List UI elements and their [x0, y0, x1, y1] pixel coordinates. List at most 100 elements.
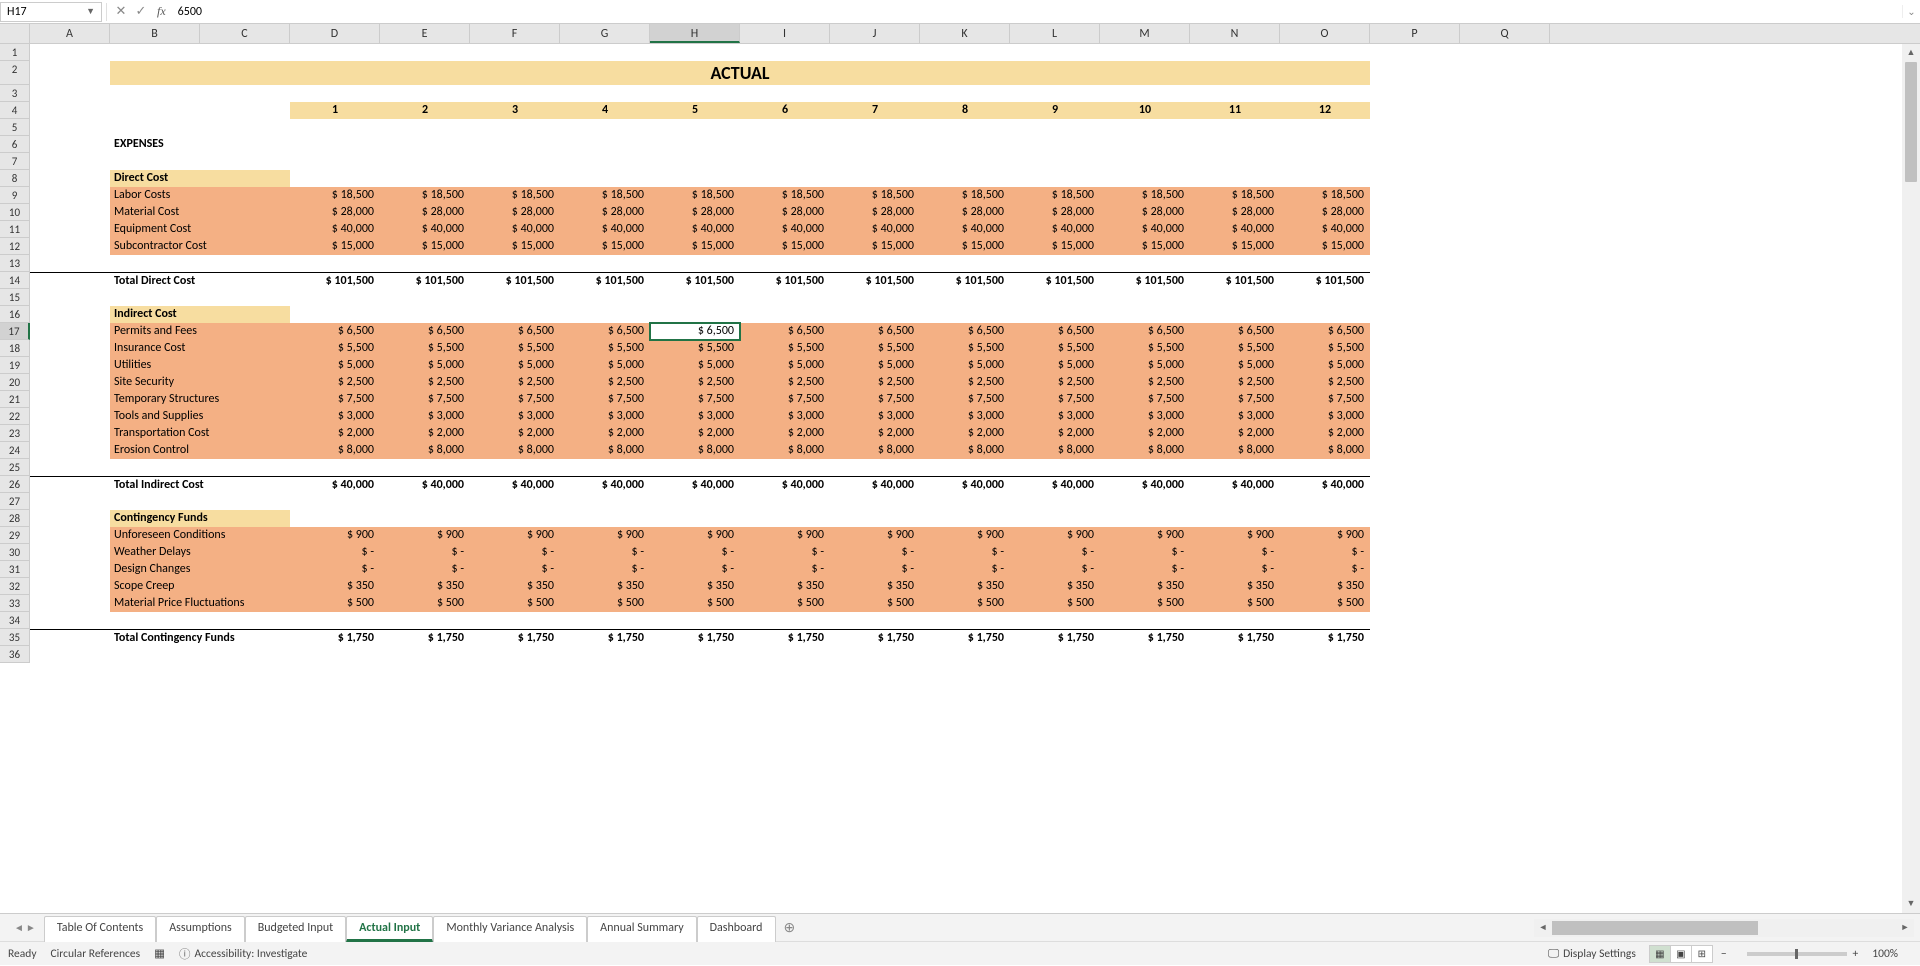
- data-cell[interactable]: $ -: [1010, 561, 1100, 578]
- row-header-7[interactable]: 7: [0, 153, 30, 170]
- data-cell[interactable]: $ 2,500: [740, 374, 830, 391]
- data-cell[interactable]: $ 3,000: [1280, 408, 1370, 425]
- col-header-M[interactable]: M: [1100, 24, 1190, 43]
- data-cell[interactable]: $ 3,000: [650, 408, 740, 425]
- data-cell[interactable]: $ 2,500: [1100, 374, 1190, 391]
- col-header-I[interactable]: I: [740, 24, 830, 43]
- data-cell[interactable]: $ 28,000: [470, 204, 560, 221]
- data-cell[interactable]: $ 7,500: [1010, 391, 1100, 408]
- data-cell[interactable]: $ 7,500: [560, 391, 650, 408]
- data-cell[interactable]: $ 2,000: [380, 425, 470, 442]
- data-cell[interactable]: $ 350: [290, 578, 380, 595]
- data-cell[interactable]: $ 40,000: [1190, 221, 1280, 238]
- data-cell[interactable]: $ 2,000: [1100, 425, 1190, 442]
- vertical-scrollbar[interactable]: ▲ ▼: [1902, 44, 1920, 913]
- data-cell[interactable]: $ 28,000: [650, 204, 740, 221]
- row-header-21[interactable]: 21: [0, 391, 30, 408]
- data-cell[interactable]: $ 900: [1190, 527, 1280, 544]
- data-cell[interactable]: $ 900: [1100, 527, 1190, 544]
- data-cell[interactable]: $ 350: [740, 578, 830, 595]
- sheet-tab[interactable]: Monthly Variance Analysis: [433, 916, 587, 942]
- data-cell[interactable]: $ 8,000: [1280, 442, 1370, 459]
- col-header-Q[interactable]: Q: [1460, 24, 1550, 43]
- data-cell[interactable]: $ 5,500: [1100, 340, 1190, 357]
- row-header-16[interactable]: 16: [0, 306, 30, 323]
- row-header-13[interactable]: 13: [0, 255, 30, 272]
- data-cell[interactable]: $ 3,000: [560, 408, 650, 425]
- data-cell[interactable]: $ 18,500: [470, 187, 560, 204]
- data-cell[interactable]: $ -: [380, 544, 470, 561]
- data-cell[interactable]: $ 500: [560, 595, 650, 612]
- data-cell[interactable]: $ 3,000: [1190, 408, 1280, 425]
- empty-cell[interactable]: [30, 153, 1550, 170]
- empty-cell[interactable]: [30, 289, 1550, 306]
- select-all-corner[interactable]: [0, 24, 30, 43]
- row-header-15[interactable]: 15: [0, 289, 30, 306]
- empty-cell[interactable]: [30, 255, 1550, 272]
- data-cell[interactable]: $ 6,500: [1280, 323, 1370, 340]
- row-header-24[interactable]: 24: [0, 442, 30, 459]
- data-cell[interactable]: $ 6,500: [920, 323, 1010, 340]
- data-cell[interactable]: $ 900: [920, 527, 1010, 544]
- data-cell[interactable]: $ 5,500: [380, 340, 470, 357]
- data-cell[interactable]: $ 18,500: [830, 187, 920, 204]
- hscroll-thumb[interactable]: [1552, 921, 1758, 935]
- data-cell[interactable]: $ 2,000: [740, 425, 830, 442]
- data-cell[interactable]: $ 900: [650, 527, 740, 544]
- sheet-tab[interactable]: Annual Summary: [587, 916, 696, 942]
- data-cell[interactable]: $ 28,000: [560, 204, 650, 221]
- data-cell[interactable]: $ 28,000: [830, 204, 920, 221]
- data-cell[interactable]: $ 28,000: [1280, 204, 1370, 221]
- data-cell[interactable]: $ 2,500: [290, 374, 380, 391]
- data-cell[interactable]: $ 18,500: [740, 187, 830, 204]
- data-cell[interactable]: $ 28,000: [1100, 204, 1190, 221]
- tab-next-icon[interactable]: ►: [26, 921, 36, 934]
- data-cell[interactable]: $ 2,500: [380, 374, 470, 391]
- data-cell[interactable]: $ 350: [1280, 578, 1370, 595]
- data-cell[interactable]: $ 7,500: [920, 391, 1010, 408]
- data-cell[interactable]: $ 2,500: [650, 374, 740, 391]
- chevron-down-icon[interactable]: ▼: [86, 6, 95, 17]
- data-cell[interactable]: $ -: [290, 561, 380, 578]
- data-cell[interactable]: $ 18,500: [920, 187, 1010, 204]
- sheet-tab[interactable]: Table Of Contents: [44, 916, 156, 942]
- data-cell[interactable]: $ 2,000: [650, 425, 740, 442]
- data-cell[interactable]: $ 2,000: [1280, 425, 1370, 442]
- row-header-12[interactable]: 12: [0, 238, 30, 255]
- row-header-26[interactable]: 26: [0, 476, 30, 493]
- data-cell[interactable]: $ 2,500: [560, 374, 650, 391]
- data-cell[interactable]: $ -: [1280, 561, 1370, 578]
- zoom-level[interactable]: 100%: [1872, 947, 1898, 961]
- data-cell[interactable]: $ 5,000: [740, 357, 830, 374]
- data-cell[interactable]: $ 18,500: [290, 187, 380, 204]
- data-cell[interactable]: $ 900: [830, 527, 920, 544]
- data-cell[interactable]: $ 5,000: [290, 357, 380, 374]
- data-cell[interactable]: $ 18,500: [650, 187, 740, 204]
- col-header-J[interactable]: J: [830, 24, 920, 43]
- display-settings[interactable]: 🖵Display Settings: [1548, 947, 1636, 961]
- data-cell[interactable]: $ 350: [380, 578, 470, 595]
- sheet-tab[interactable]: Actual Input: [346, 916, 433, 942]
- col-header-A[interactable]: A: [30, 24, 110, 43]
- col-header-H[interactable]: H: [650, 24, 740, 43]
- data-cell[interactable]: $ 900: [1010, 527, 1100, 544]
- empty-cell[interactable]: [30, 44, 1550, 61]
- scroll-right-icon[interactable]: ►: [1896, 922, 1914, 933]
- data-cell[interactable]: $ 6,500: [1010, 323, 1100, 340]
- data-cell[interactable]: $ 2,500: [470, 374, 560, 391]
- data-cell[interactable]: $ 18,500: [380, 187, 470, 204]
- hscroll-track[interactable]: [1552, 921, 1896, 935]
- data-cell[interactable]: $ 6,500: [470, 323, 560, 340]
- data-cell[interactable]: $ 18,500: [1010, 187, 1100, 204]
- data-cell[interactable]: $ 5,000: [650, 357, 740, 374]
- data-cell[interactable]: $ 5,500: [1280, 340, 1370, 357]
- data-cell[interactable]: $ 40,000: [830, 221, 920, 238]
- row-header-17[interactable]: 17: [0, 323, 30, 340]
- data-cell[interactable]: $ 500: [1280, 595, 1370, 612]
- data-cell[interactable]: $ 8,000: [1100, 442, 1190, 459]
- data-cell[interactable]: $ 8,000: [380, 442, 470, 459]
- data-cell[interactable]: $ 6,500: [290, 323, 380, 340]
- row-header-5[interactable]: 5: [0, 119, 30, 136]
- page-break-view-icon[interactable]: ⊞: [1691, 945, 1713, 963]
- data-cell[interactable]: $ 900: [740, 527, 830, 544]
